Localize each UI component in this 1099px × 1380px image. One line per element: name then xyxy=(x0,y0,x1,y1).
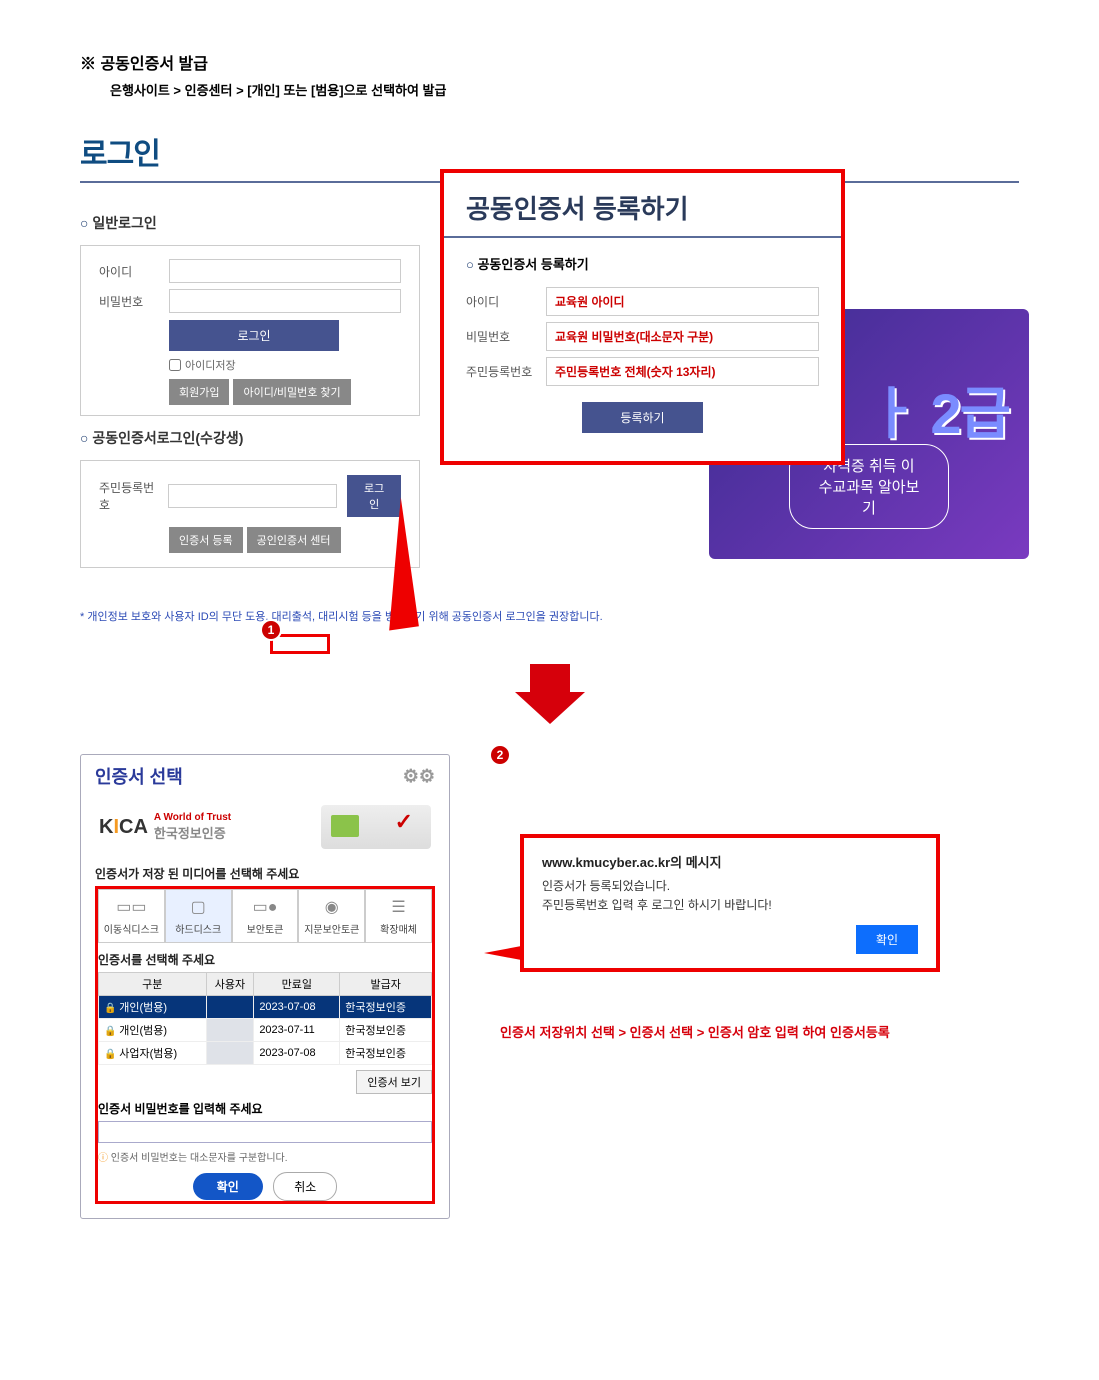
col-expire: 만료일 xyxy=(254,973,340,996)
cert-sub-buttons: 인증서 등록 공인인증서 센터 xyxy=(169,527,401,553)
login-button[interactable]: 로그인 xyxy=(169,320,339,351)
cert-pw-label: 인증서 비밀번호를 입력해 주세요 xyxy=(98,1094,432,1117)
cert-select-title-row: 인증서 선택 ⚙⚙ xyxy=(95,763,435,789)
top-heading: ※ 공동인증서 발급 xyxy=(80,50,1019,74)
top-sub-heading: 은행사이트 > 인증센터 > [개인] 또는 [범용]으로 선택하여 발급 xyxy=(110,80,1019,99)
id-input[interactable] xyxy=(169,259,401,283)
cert-rrn-row: 주민등록번호 로그인 xyxy=(99,475,401,517)
table-row[interactable]: 사업자(범용) 2023-07-08 한국정보인증 xyxy=(99,1042,432,1065)
alert-box: www.kmucyber.ac.kr의 메시지 인증서가 등록되었습니다. 주민… xyxy=(520,834,940,972)
view-cert-button[interactable]: 인증서 보기 xyxy=(356,1070,432,1094)
alert-ok-button[interactable]: 확인 xyxy=(856,925,918,954)
right-bottom-col: www.kmucyber.ac.kr의 메시지 인증서가 등록되었습니다. 주민… xyxy=(480,754,1019,1041)
col-user: 사용자 xyxy=(206,973,254,996)
popup-id-label: 아이디 xyxy=(466,293,546,310)
media-token[interactable]: ▭●보안토큰 xyxy=(232,889,299,943)
step-badge-2: 2 xyxy=(489,744,511,766)
popup-id-value[interactable]: 교육원 아이디 xyxy=(546,287,819,316)
privacy-note: * 개인정보 보호와 사용자 ID의 무단 도용, 대리출석, 대리시험 등을 … xyxy=(80,608,1019,624)
alert-arrow xyxy=(484,938,564,968)
kica-korean: 한국정보인증 xyxy=(154,823,231,842)
popup-pw-value[interactable]: 교육원 비밀번호(대소문자 구분) xyxy=(546,322,819,351)
col-issuer: 발급자 xyxy=(340,973,432,996)
fingerprint-icon: ◉ xyxy=(299,896,364,918)
popup-title: 공동인증서 등록하기 xyxy=(444,173,841,236)
media-label: 인증서가 저장 된 미디어를 선택해 주세요 xyxy=(95,865,435,882)
login-section: 로그인 일반로그인 아이디 비밀번호 로그인 아이디저장 회원가입 아이디/비밀… xyxy=(80,129,1019,624)
cert-table-label: 인증서를 선택해 주세요 xyxy=(98,945,432,972)
gear-icon[interactable]: ⚙⚙ xyxy=(403,766,435,787)
media-hdd[interactable]: ▢하드디스크 xyxy=(165,889,232,943)
id-row: 아이디 xyxy=(81,256,419,286)
token-icon: ▭● xyxy=(233,896,298,918)
usb-icon: ▭▭ xyxy=(99,896,164,918)
media-removable[interactable]: ▭▭이동식디스크 xyxy=(98,889,165,943)
cert-select-title: 인증서 선택 xyxy=(95,763,183,789)
popup-rrn-value[interactable]: 주민등록번호 전체(숫자 13자리) xyxy=(546,357,819,386)
login-title: 로그인 xyxy=(80,129,1019,173)
id-label: 아이디 xyxy=(99,263,169,280)
popup-rrn-row: 주민등록번호 주민등록번호 전체(숫자 13자리) xyxy=(466,357,819,386)
cert-pw-input[interactable] xyxy=(98,1121,432,1143)
popup-pw-row: 비밀번호 교육원 비밀번호(대소문자 구분) xyxy=(466,322,819,351)
cert-center-button[interactable]: 공인인증서 센터 xyxy=(247,527,341,553)
col-type: 구분 xyxy=(99,973,207,996)
process-text: 인증서 저장위치 선택 > 인증서 선택 > 인증서 암호 입력 하여 인증서등… xyxy=(500,1022,1019,1041)
alert-message-1: 인증서가 등록되었습니다. xyxy=(542,877,918,896)
kica-logo: KICA xyxy=(99,816,148,839)
bottom-row: 2 인증서 선택 ⚙⚙ KICA A World of Trust 한국정보인증… xyxy=(80,754,1019,1219)
document-page: ※ 공동인증서 발급 은행사이트 > 인증센터 > [개인] 또는 [범용]으로… xyxy=(0,0,1099,1269)
pw-label: 비밀번호 xyxy=(99,293,169,310)
kica-slogan: A World of Trust xyxy=(154,812,231,823)
rrn-label: 주민등록번호 xyxy=(99,479,158,513)
cert-table: 구분 사용자 만료일 발급자 개인(범용) 2023-07-08 한국정보인증 xyxy=(98,972,432,1065)
rrn-input[interactable] xyxy=(168,484,337,508)
cert-register-button[interactable]: 인증서 등록 xyxy=(169,527,243,553)
banner-big-text: ㅏ 2급 xyxy=(867,369,1009,450)
popup-register-button[interactable]: 등록하기 xyxy=(582,402,702,433)
media-fingerprint[interactable]: ◉지문보안토큰 xyxy=(298,889,365,943)
media-extended[interactable]: ☰확장매체 xyxy=(365,889,432,943)
down-arrow-icon xyxy=(515,664,585,734)
ok-cancel-row: 확인 취소 xyxy=(98,1172,432,1201)
media-row: ▭▭이동식디스크 ▢하드디스크 ▭●보안토큰 ◉지문보안토큰 ☰확장매체 xyxy=(95,886,435,943)
ok-button[interactable]: 확인 xyxy=(193,1173,263,1200)
find-button[interactable]: 아이디/비밀번호 찾기 xyxy=(233,379,350,405)
popup-pw-label: 비밀번호 xyxy=(466,328,546,345)
kica-banner: KICA A World of Trust 한국정보인증 xyxy=(95,799,435,855)
general-login-box: 아이디 비밀번호 로그인 아이디저장 회원가입 아이디/비밀번호 찾기 xyxy=(80,245,420,416)
save-id-row: 아이디저장 xyxy=(169,357,419,373)
cert-register-popup: 공동인증서 등록하기 공동인증서 등록하기 아이디 교육원 아이디 비밀번호 교… xyxy=(440,169,845,465)
popup-section-label: 공동인증서 등록하기 xyxy=(466,254,819,273)
alert-url: www.kmucyber.ac.kr의 메시지 xyxy=(542,852,918,871)
cert-login-box: 주민등록번호 로그인 인증서 등록 공인인증서 센터 xyxy=(80,460,420,568)
signup-button[interactable]: 회원가입 xyxy=(169,379,229,405)
save-id-checkbox[interactable] xyxy=(169,359,181,371)
cert-pw-hint: 인증서 비밀번호는 대소문자를 구분합니다. xyxy=(98,1149,432,1164)
cancel-button[interactable]: 취소 xyxy=(273,1172,337,1201)
pw-input[interactable] xyxy=(169,289,401,313)
cert-table-wrap: 인증서를 선택해 주세요 구분 사용자 만료일 발급자 개인(범용) 2023-… xyxy=(95,943,435,1204)
pw-row: 비밀번호 xyxy=(81,286,419,316)
popup-id-row: 아이디 교육원 아이디 xyxy=(466,287,819,316)
list-icon: ☰ xyxy=(366,896,431,918)
popup-rrn-label: 주민등록번호 xyxy=(466,363,546,380)
table-row[interactable]: 개인(범용) 2023-07-08 한국정보인증 xyxy=(99,996,432,1019)
cert-select-window: 2 인증서 선택 ⚙⚙ KICA A World of Trust 한국정보인증… xyxy=(80,754,450,1219)
hdd-icon: ▢ xyxy=(166,896,231,918)
popup-body: 공동인증서 등록하기 아이디 교육원 아이디 비밀번호 교육원 비밀번호(대소문… xyxy=(444,254,841,433)
table-row[interactable]: 개인(범용) 2023-07-11 한국정보인증 xyxy=(99,1019,432,1042)
step-badge-1: 1 xyxy=(260,619,282,641)
account-links-row: 회원가입 아이디/비밀번호 찾기 xyxy=(169,379,419,405)
popup-divider xyxy=(444,236,841,238)
save-id-label: 아이디저장 xyxy=(185,357,236,373)
kica-graphic xyxy=(321,805,431,849)
alert-message-2: 주민등록번호 입력 후 로그인 하시기 바랍니다! xyxy=(542,896,918,915)
